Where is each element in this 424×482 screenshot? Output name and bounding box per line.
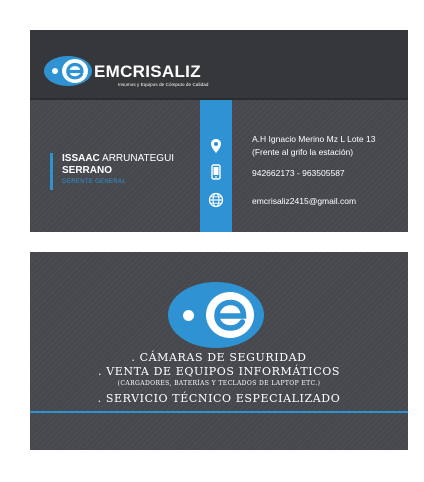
phone-icon (211, 164, 221, 180)
person-first-name: ISSAAC (62, 153, 100, 164)
service-item: . VENTA DE EQUIPOS INFORMÁTICOS (98, 365, 340, 378)
service-item: . CÁMARAS DE SEGURIDAD (131, 351, 307, 364)
location-pin-icon (211, 139, 221, 153)
brand-tagline: Insumos y Equipos de Cómputo de Calidad (118, 82, 209, 87)
logo-e-circle (206, 292, 254, 338)
person-name-line2: SERRANO (62, 165, 113, 176)
business-card-front: EMCRISALIZ Insumos y Equipos de Cómputo … (30, 30, 408, 232)
business-card-back: . CÁMARAS DE SEGURIDAD . VENTA DE EQUIPO… (30, 252, 408, 450)
icon-strip (200, 100, 232, 232)
address-line1: A.H Ignacio Merino Mz L Lote 13 (252, 134, 376, 144)
name-accent-bar (50, 153, 53, 190)
logo-e-glyph (66, 62, 84, 80)
person-surname: ARRUNATEGUI (99, 153, 175, 164)
logo-e-circle (62, 59, 88, 83)
globe-icon (208, 192, 224, 208)
accent-rule (30, 411, 408, 413)
address-line2: (Frente al grifo la estación) (252, 147, 354, 157)
logo-dot (183, 310, 194, 321)
brand-logo (44, 56, 92, 86)
brand-logo-large (168, 282, 264, 348)
logo-e-glyph (214, 299, 247, 331)
card-header: EMCRISALIZ Insumos y Equipos de Cómputo … (30, 30, 408, 100)
person-name-line1: ISSAAC ARRUNATEGUI (62, 153, 174, 164)
phone-numbers: 942662173 - 963505587 (252, 168, 345, 178)
service-item: . SERVICIO TÉCNICO ESPECIALIZADO (97, 392, 341, 405)
email-address: emcrisaliz2415@gmail.com (252, 196, 357, 206)
person-role: GERENTE GENERAL (62, 179, 126, 185)
brand-name: EMCRISALIZ (94, 62, 201, 81)
service-detail: (CARGADORES, BATERÍAS Y TECLADOS DE LAPT… (117, 380, 321, 387)
logo-dot (52, 68, 58, 74)
